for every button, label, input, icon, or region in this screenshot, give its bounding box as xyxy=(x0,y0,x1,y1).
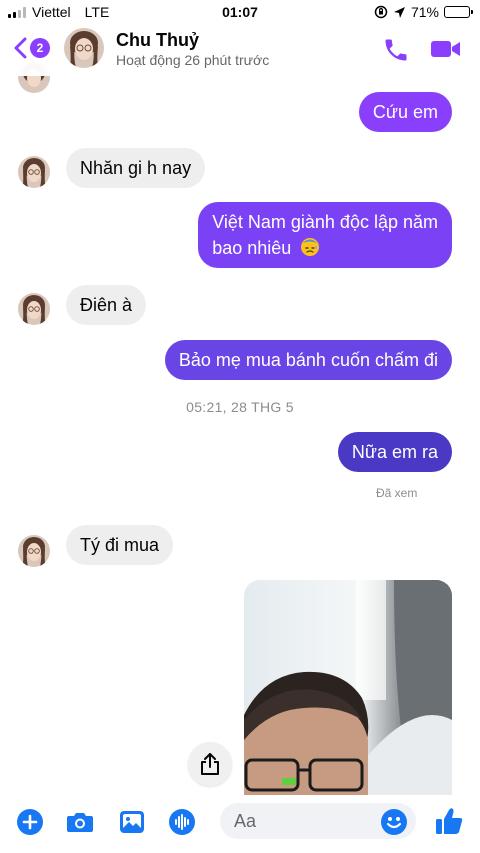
phone-icon xyxy=(385,39,407,61)
thumbs-up-icon xyxy=(436,808,463,834)
contact-avatar-small xyxy=(18,293,50,325)
location-arrow-icon xyxy=(393,6,405,18)
unread-badge: 2 xyxy=(30,38,50,58)
voice-clip-button[interactable] xyxy=(168,808,196,836)
plus-icon xyxy=(17,809,43,835)
contact-status: Hoạt động 26 phút trước xyxy=(116,52,270,68)
camera-button[interactable] xyxy=(66,808,94,836)
gallery-icon xyxy=(120,811,144,833)
sweat-face-emoji-icon xyxy=(301,238,320,256)
incoming-message[interactable]: Điên à xyxy=(66,285,147,325)
outgoing-message[interactable]: Nữa em ra xyxy=(337,432,452,472)
outgoing-message[interactable]: Cứu em xyxy=(358,92,452,132)
status-bar: Viettel LTE 01:07 71% xyxy=(0,0,480,24)
back-button[interactable]: 2 xyxy=(12,36,50,60)
message-line: Việt Nam giành độc lập năm xyxy=(212,212,438,232)
battery-percent: 71% xyxy=(410,4,439,20)
emoji-button[interactable] xyxy=(380,808,408,841)
contact-name[interactable]: Chu Thuỷ xyxy=(116,30,199,51)
message-composer xyxy=(0,796,480,853)
conversation-header: 2 Chu Thuỷ Hoạt động 26 phút trước xyxy=(0,24,480,76)
outgoing-message[interactable]: Bảo mẹ mua bánh cuốn chấm đi xyxy=(164,340,452,380)
voice-call-button[interactable] xyxy=(382,36,410,69)
emoji-icon xyxy=(381,809,407,835)
contact-avatar-small xyxy=(18,535,50,567)
video-call-button[interactable] xyxy=(430,37,462,66)
incoming-message[interactable]: Nhăn gi h nay xyxy=(66,148,206,188)
share-icon xyxy=(201,753,219,775)
seen-indicator: Đã xem xyxy=(376,486,418,500)
battery-icon xyxy=(444,6,473,18)
message-line-text: bao nhiêu xyxy=(212,238,292,258)
status-icons: 71% xyxy=(374,4,473,20)
back-chevron-icon xyxy=(14,37,27,59)
outgoing-message[interactable]: Việt Nam giành độc lập năm bao nhiêu xyxy=(198,202,452,268)
message-timestamp: 05:21, 28 THG 5 xyxy=(186,399,294,415)
like-button[interactable] xyxy=(434,806,464,841)
more-actions-button[interactable] xyxy=(16,808,44,836)
message-line: bao nhiêu xyxy=(212,235,438,261)
voice-icon xyxy=(169,809,195,835)
orientation-lock-icon xyxy=(374,5,388,19)
incoming-message[interactable]: Tý đi mua xyxy=(66,525,174,565)
contact-avatar[interactable] xyxy=(64,28,104,68)
camera-icon xyxy=(67,813,93,832)
share-button[interactable] xyxy=(188,742,232,786)
video-camera-icon xyxy=(431,41,460,57)
contact-avatar-small xyxy=(18,156,50,188)
gallery-button[interactable] xyxy=(118,808,146,836)
photo-message[interactable] xyxy=(244,580,452,795)
